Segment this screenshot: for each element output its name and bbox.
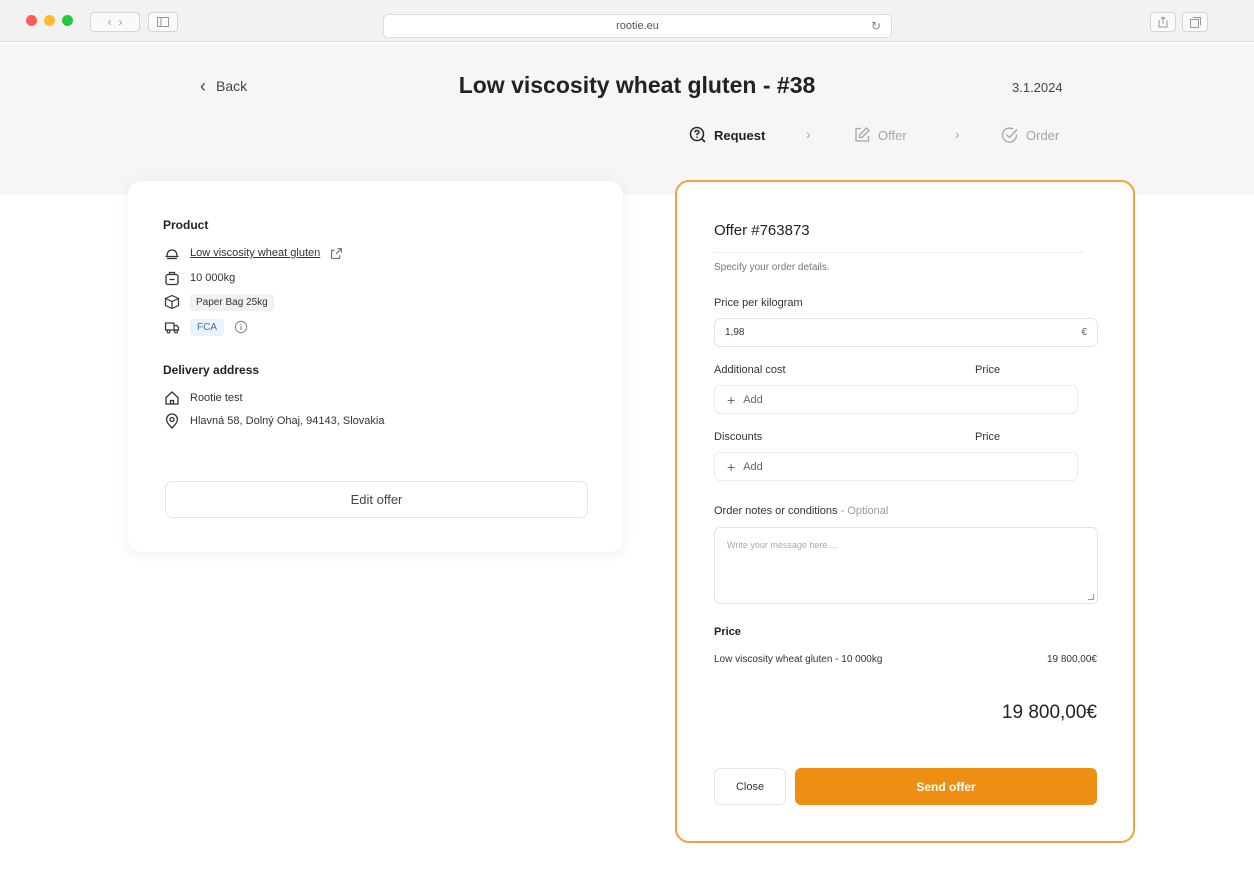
plus-icon: +	[727, 458, 736, 475]
divider	[714, 252, 1084, 253]
price-per-kg-label: Price per kilogram	[714, 297, 803, 309]
header-band	[0, 43, 1254, 195]
currency-symbol: €	[1081, 327, 1087, 338]
product-link[interactable]: Low viscosity wheat gluten	[190, 247, 320, 259]
minimize-window-button[interactable]	[44, 15, 55, 26]
step-request[interactable]: Request	[689, 126, 765, 144]
maximize-window-button[interactable]	[62, 15, 73, 26]
line-item-label: Low viscosity wheat gluten - 10 000kg	[714, 654, 883, 665]
company-name: Rootie test	[190, 392, 243, 404]
discounts-price-label: Price	[975, 431, 1001, 443]
close-window-button[interactable]	[26, 15, 37, 26]
optional-hint: - Optional	[840, 505, 889, 517]
sidebar-toggle-button[interactable]	[148, 12, 178, 32]
url-text: rootie.eu	[616, 20, 659, 32]
home-icon	[165, 391, 179, 405]
add-label: Add	[743, 460, 763, 473]
chevron-right-icon[interactable]: ›	[118, 15, 122, 29]
discounts-label: Discounts	[714, 431, 763, 443]
window-controls	[26, 15, 73, 26]
external-link-icon[interactable]	[330, 247, 343, 260]
request-date: 3.1.2024	[1012, 80, 1063, 95]
address-bar[interactable]: rootie.eu ↻	[383, 14, 892, 38]
tabs-icon	[1189, 16, 1201, 28]
step-label: Request	[714, 127, 766, 143]
address-text: Hlavná 58, Dolný Ohaj, 94143, Slovakia	[190, 415, 385, 427]
product-name-row: Low viscosity wheat gluten	[164, 243, 343, 263]
packaging-row: Paper Bag 25kg	[164, 292, 274, 312]
delivery-section-title: Delivery address	[163, 363, 260, 377]
reload-icon[interactable]: ↻	[871, 19, 881, 33]
truck-icon	[164, 322, 180, 334]
send-offer-button[interactable]: Send offer	[795, 768, 1097, 805]
add-additional-cost-button[interactable]: + Add	[714, 385, 1078, 414]
share-button[interactable]	[1150, 12, 1176, 32]
step-label: Offer	[878, 127, 907, 143]
offer-title: Offer #763873	[714, 222, 810, 239]
notes-textarea[interactable]: Write your message here ...	[714, 527, 1098, 604]
progress-steps: Request › Offer › Order	[0, 126, 1254, 150]
additional-cost-label: Additional cost	[714, 364, 786, 376]
offer-subtitle: Specify your order details.	[714, 262, 830, 273]
incoterm-row: FCA	[164, 317, 248, 337]
check-icon	[1001, 127, 1018, 143]
product-summary-card: Product Low viscosity wheat gluten 10 00…	[128, 181, 623, 552]
step-offer[interactable]: Offer	[853, 126, 907, 144]
edit-offer-button[interactable]: Edit offer	[165, 481, 588, 518]
chevron-right-icon: ›	[806, 126, 811, 142]
location-pin-icon	[165, 413, 179, 429]
quantity-row: 10 000kg	[164, 268, 235, 288]
quantity-value: 10 000kg	[190, 272, 236, 284]
price-per-kg-input[interactable]: 1,98 €	[714, 318, 1098, 347]
address-row: Hlavná 58, Dolný Ohaj, 94143, Slovakia	[164, 411, 384, 431]
notes-placeholder: Write your message here ...	[727, 540, 838, 550]
product-section-title: Product	[163, 218, 209, 232]
add-label: Add	[743, 393, 763, 406]
add-discount-button[interactable]: + Add	[714, 452, 1078, 481]
line-item-amount: 19 800,00€	[1046, 654, 1097, 665]
additional-cost-price-label: Price	[975, 364, 1001, 376]
browser-toolbar: ‹ › rootie.eu ↻	[0, 0, 1254, 42]
packaging-tag: Paper Bag 25kg	[190, 293, 274, 311]
close-button[interactable]: Close	[714, 768, 786, 805]
tabs-button[interactable]	[1182, 12, 1208, 32]
chevron-left-icon[interactable]: ‹	[108, 15, 112, 29]
edit-icon	[855, 127, 870, 142]
info-icon[interactable]	[234, 320, 248, 334]
resize-handle[interactable]	[1088, 594, 1094, 600]
history-nav-buttons[interactable]: ‹ ›	[90, 12, 140, 32]
package-icon	[164, 294, 180, 310]
product-icon	[165, 249, 179, 260]
chevron-right-icon: ›	[955, 126, 960, 142]
share-icon	[1158, 16, 1168, 28]
request-icon	[689, 126, 706, 143]
price-section-title: Price	[714, 626, 741, 638]
plus-icon: +	[727, 391, 736, 408]
incoterm-tag: FCA	[190, 318, 224, 336]
company-row: Rootie test	[164, 388, 243, 408]
step-order[interactable]: Order	[1001, 126, 1059, 144]
notes-label: Order notes or conditions - Optional	[714, 505, 888, 517]
total-price: 19 800,00€	[1001, 702, 1097, 723]
page-title: Low viscosity wheat gluten - #38	[458, 72, 816, 98]
offer-form-card: Offer #763873 Specify your order details…	[675, 180, 1135, 843]
sidebar-icon	[157, 17, 169, 27]
price-per-kg-value: 1,98	[725, 327, 745, 338]
step-label: Order	[1026, 127, 1060, 143]
weight-icon	[165, 271, 179, 286]
notes-label-text: Order notes or conditions	[714, 505, 838, 517]
